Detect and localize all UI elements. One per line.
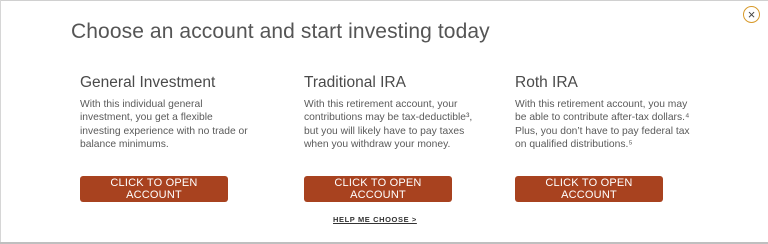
account-name: Traditional IRA [304, 74, 406, 91]
help-me-choose-link[interactable]: HELP ME CHOOSE > [333, 215, 417, 224]
open-roth-ira-button[interactable]: CLICK TO OPEN ACCOUNT [515, 176, 663, 202]
top-border [0, 0, 768, 1]
left-border [0, 0, 1, 244]
account-description: With this retirement account, your contr… [304, 99, 473, 151]
modal-dialog: × Choose an account and start investing … [0, 0, 768, 244]
account-name: General Investment [80, 74, 216, 91]
account-description: With this individual general investment,… [80, 99, 248, 151]
account-card-roth-ira: Roth IRA With this retirement account, y… [515, 74, 695, 152]
account-description: With this retirement account, you may be… [515, 99, 690, 151]
close-icon[interactable]: × [743, 6, 760, 23]
open-traditional-ira-button[interactable]: CLICK TO OPEN ACCOUNT [304, 176, 452, 202]
account-card-general-investment: General Investment With this individual … [80, 74, 255, 152]
account-name: Roth IRA [515, 74, 578, 91]
account-card-traditional-ira: Traditional IRA With this retirement acc… [304, 74, 479, 152]
modal-title: Choose an account and start investing to… [71, 20, 490, 43]
open-general-investment-button[interactable]: CLICK TO OPEN ACCOUNT [80, 176, 228, 202]
